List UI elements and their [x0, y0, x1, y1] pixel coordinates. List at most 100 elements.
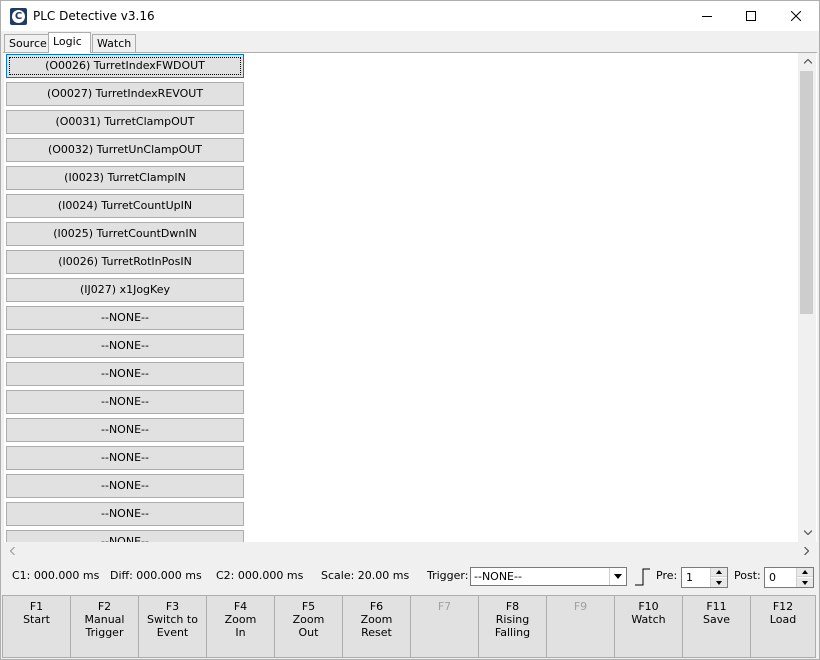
arrow-down-icon — [716, 580, 722, 585]
logic-panel: (O0026) TurretIndexFWDOUT (O0027) TurretI… — [4, 53, 817, 542]
signal-button[interactable]: --NONE-- — [6, 474, 244, 498]
signal-button[interactable]: (I0025) TurretCountDwnIN — [6, 222, 244, 246]
fkey-line2-label — [3, 626, 70, 639]
scroll-up-button[interactable] — [799, 53, 816, 70]
signal-button[interactable]: (O0031) TurretClampOUT — [6, 110, 244, 134]
fkey-line1-label: Zoom — [224, 613, 257, 626]
signal-button[interactable]: --NONE-- — [6, 390, 244, 414]
signal-button[interactable]: (I0024) TurretCountUpIN — [6, 194, 244, 218]
fkey-line2-label — [615, 626, 682, 639]
fkey-f8-button[interactable]: F8 Rising Falling — [478, 595, 547, 658]
maximize-button[interactable] — [728, 1, 774, 31]
cursor1-readout: C1: 000.000 ms — [12, 569, 100, 582]
tab-logic[interactable]: Logic — [48, 32, 91, 53]
rising-edge-icon[interactable] — [634, 567, 651, 587]
signal-button[interactable]: --NONE-- — [6, 334, 244, 358]
fkey-f10-button[interactable]: F10 Watch — [614, 595, 683, 658]
minimize-button[interactable] — [684, 1, 730, 31]
pre-label: Pre: — [656, 569, 678, 582]
tab-strip: Source Logic Watch — [1, 31, 819, 53]
pre-trigger-spinner[interactable]: 1 — [681, 567, 728, 588]
fkey-line1-label — [411, 613, 478, 626]
fkey-f5-button[interactable]: F5 Zoom Out — [274, 595, 343, 658]
window-title: PLC Detective v3.16 — [33, 9, 155, 23]
arrow-up-icon — [803, 59, 812, 64]
trigger-select[interactable]: --NONE-- — [470, 567, 627, 586]
signal-button[interactable]: (I0023) TurretClampIN — [6, 166, 244, 190]
fkey-line1-label: Start — [23, 613, 50, 626]
tab-source[interactable]: Source — [4, 34, 52, 53]
fkey-line1-label: Manual — [84, 613, 125, 626]
fkey-line2-label — [751, 626, 815, 639]
signal-button[interactable]: --NONE-- — [6, 306, 244, 330]
fkey-key-label: F3 — [165, 600, 180, 613]
signal-button[interactable]: (O0026) TurretIndexFWDOUT — [6, 54, 244, 78]
post-decrement-button[interactable] — [797, 578, 813, 587]
scroll-right-button[interactable] — [798, 542, 815, 559]
arrow-down-icon — [802, 580, 808, 585]
post-increment-button[interactable] — [797, 568, 813, 577]
signal-button[interactable]: (I0026) TurretRotInPosIN — [6, 250, 244, 274]
signal-button[interactable]: --NONE-- — [6, 362, 244, 386]
trigger-select-value: --NONE-- — [474, 570, 522, 583]
fkey-key-label: F1 — [29, 600, 44, 613]
fkey-f3-button[interactable]: F3 Switch to Event — [138, 595, 207, 658]
fkey-key-label: F9 — [573, 600, 588, 613]
fkey-line2-label: In — [235, 626, 246, 639]
fkey-f1-button[interactable]: F1 Start — [2, 595, 71, 658]
fkey-f12-button[interactable]: F12 Load — [750, 595, 816, 658]
post-spin-buttons — [796, 568, 813, 587]
post-trigger-spinner[interactable]: 0 — [764, 567, 814, 588]
signal-button[interactable]: (IJ027) x1JogKey — [6, 278, 244, 302]
fkey-key-label: F11 — [706, 600, 727, 613]
post-trigger-value: 0 — [769, 571, 776, 584]
fkey-key-label: F10 — [638, 600, 659, 613]
fkey-key-label: F8 — [505, 600, 520, 613]
vertical-scrollbar[interactable] — [798, 53, 816, 542]
fkey-f4-button[interactable]: F4 Zoom In — [206, 595, 275, 658]
diff-readout: Diff: 000.000 ms — [110, 569, 202, 582]
fkey-f6-button[interactable]: F6 Zoom Reset — [342, 595, 411, 658]
horizontal-scrollbar[interactable] — [4, 542, 798, 559]
title-bar: C PLC Detective v3.16 — [1, 1, 819, 31]
signal-button[interactable]: --NONE-- — [6, 502, 244, 526]
fkey-line2-label: Event — [156, 626, 189, 639]
function-key-bar: F1 Start F2 Manual Trigger F3 Switch to Event F… — [1, 594, 819, 660]
close-button[interactable] — [773, 1, 819, 31]
signal-button[interactable]: --NONE-- — [6, 530, 244, 542]
fkey-f11-button[interactable]: F11 Save — [682, 595, 751, 658]
app-window: C PLC Detective v3.16 Source Logic Watch… — [0, 0, 820, 660]
fkey-line1-label: Zoom — [292, 613, 325, 626]
pre-decrement-button[interactable] — [711, 578, 727, 587]
fkey-line2-label: Trigger — [85, 626, 124, 639]
fkey-key-label: F5 — [301, 600, 316, 613]
fkey-line2-label: Out — [298, 626, 319, 639]
arrow-up-icon — [802, 570, 808, 574]
scroll-left-button[interactable] — [4, 542, 21, 559]
post-label: Post: — [734, 569, 761, 582]
signal-button[interactable]: (O0032) TurretUnClampOUT — [6, 138, 244, 162]
scroll-down-button[interactable] — [799, 524, 816, 541]
vertical-scroll-thumb[interactable] — [800, 71, 813, 314]
arrow-right-icon — [804, 546, 809, 555]
signal-button[interactable]: --NONE-- — [6, 418, 244, 442]
signal-button[interactable]: --NONE-- — [6, 446, 244, 470]
maximize-icon — [746, 11, 756, 21]
fkey-line1-label: Load — [769, 613, 797, 626]
close-icon — [791, 11, 801, 21]
fkey-f2-button[interactable]: F2 Manual Trigger — [70, 595, 139, 658]
fkey-key-label: F6 — [369, 600, 384, 613]
signal-button[interactable]: (O0027) TurretIndexREVOUT — [6, 82, 244, 106]
trigger-label: Trigger: — [427, 569, 469, 582]
tab-watch[interactable]: Watch — [92, 34, 137, 53]
pre-increment-button[interactable] — [711, 568, 727, 577]
trigger-dropdown-button[interactable] — [609, 568, 626, 585]
fkey-line2-label — [411, 626, 478, 639]
cursor2-readout: C2: 000.000 ms — [216, 569, 304, 582]
fkey-key-label: F7 — [437, 600, 452, 613]
scrollbar-corner — [798, 542, 816, 559]
status-row: C1: 000.000 ms Diff: 000.000 ms C2: 000.… — [1, 561, 819, 593]
fkey-key-label: F2 — [97, 600, 112, 613]
fkey-line2-label — [683, 626, 750, 639]
fkey-line1-label: Watch — [631, 613, 666, 626]
